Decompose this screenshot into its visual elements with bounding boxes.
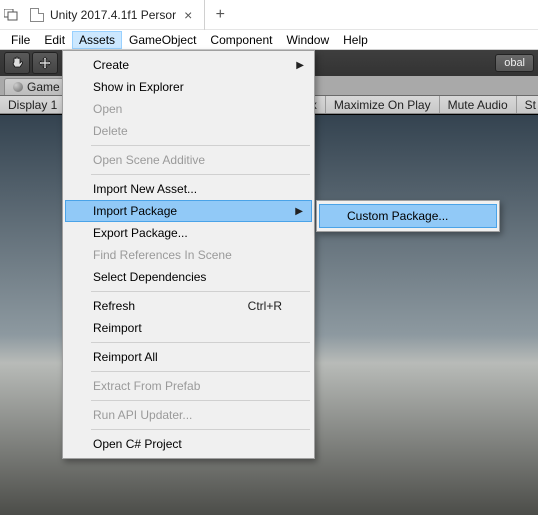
menu-file[interactable]: File [4, 31, 37, 49]
menu-item-label: Run API Updater... [93, 408, 192, 422]
tab-game[interactable]: Game [4, 78, 69, 95]
tab-game-label: Game [27, 80, 60, 94]
window-system-icon [0, 9, 22, 21]
menu-window[interactable]: Window [279, 31, 336, 49]
menu-bar: File Edit Assets GameObject Component Wi… [0, 30, 538, 50]
display-dropdown[interactable]: Display 1 [0, 96, 66, 113]
hand-tool-button[interactable] [4, 52, 30, 74]
assets_menu-item[interactable]: Reimport [65, 317, 312, 339]
mute-audio-toggle[interactable]: Mute Audio [439, 96, 516, 113]
assets_menu-item: Open Scene Additive [65, 149, 312, 171]
move-tool-button[interactable] [32, 52, 58, 74]
assets_menu-item[interactable]: Refresh Ctrl+R [65, 295, 312, 317]
menu-item-label: Reimport [93, 321, 142, 335]
assets_menu-item: Open [65, 98, 312, 120]
window-title: Unity 2017.4.1f1 Persor [50, 8, 176, 22]
menu-separator [91, 291, 310, 292]
maximize-on-play-toggle[interactable]: Maximize On Play [325, 96, 439, 113]
menu-item-label: Delete [93, 124, 128, 138]
menu-item-label: Create [93, 58, 129, 72]
menu-assets[interactable]: Assets [72, 31, 122, 49]
submenu-arrow-icon: ▶ [296, 60, 304, 71]
menu-edit[interactable]: Edit [37, 31, 72, 49]
menu-separator [91, 400, 310, 401]
menu-item-label: Show in Explorer [93, 80, 184, 94]
assets_menu-item[interactable]: Import New Asset... [65, 178, 312, 200]
assets_menu-item: Extract From Prefab [65, 375, 312, 397]
document-icon [30, 8, 44, 22]
menu-item-label: Export Package... [93, 226, 188, 240]
window-tab[interactable]: Unity 2017.4.1f1 Persor × [22, 0, 205, 30]
menu-item-label: Refresh [93, 299, 135, 313]
menu-item-label: Open C# Project [93, 437, 182, 451]
menu-item-label: Import New Asset... [93, 182, 197, 196]
import_package_submenu-item[interactable]: Custom Package... [319, 204, 497, 228]
menu-item-label: Open Scene Additive [93, 153, 205, 167]
menu-item-label: Open [93, 102, 122, 116]
toolbar-space-label[interactable]: obal [495, 54, 534, 72]
assets_menu-item: Find References In Scene [65, 244, 312, 266]
menu-separator [91, 174, 310, 175]
game-icon [13, 82, 23, 92]
menu-item-label: Import Package [93, 204, 177, 218]
move-icon [38, 56, 52, 70]
assets_menu-item[interactable]: Open C# Project [65, 433, 312, 455]
menu-separator [91, 371, 310, 372]
menu-gameobject[interactable]: GameObject [122, 31, 203, 49]
assets_menu-item: Run API Updater... [65, 404, 312, 426]
menu-item-label: Find References In Scene [93, 248, 232, 262]
assets_menu-item[interactable]: Select Dependencies [65, 266, 312, 288]
import-package-submenu: Custom Package... [316, 200, 500, 232]
menu-item-label: Select Dependencies [93, 270, 206, 284]
assets_menu-item: Delete [65, 120, 312, 142]
new-tab-button[interactable]: + [205, 6, 235, 24]
assets_menu-item[interactable]: Import Package ▶ [65, 200, 312, 222]
menu-item-label: Extract From Prefab [93, 379, 200, 393]
menu-component[interactable]: Component [203, 31, 279, 49]
menu-separator [91, 429, 310, 430]
close-tab-button[interactable]: × [182, 7, 194, 23]
menu-separator [91, 342, 310, 343]
menu-shortcut: Ctrl+R [248, 299, 282, 313]
submenu-arrow-icon: ▶ [295, 206, 303, 217]
hand-icon [10, 56, 24, 70]
assets_menu-item[interactable]: Show in Explorer [65, 76, 312, 98]
assets_menu-item[interactable]: Create ▶ [65, 54, 312, 76]
menu-item-label: Custom Package... [347, 209, 448, 223]
assets_menu-item[interactable]: Reimport All [65, 346, 312, 368]
assets_menu-item[interactable]: Export Package... [65, 222, 312, 244]
truncated-toggle[interactable]: St [516, 96, 538, 113]
menu-separator [91, 145, 310, 146]
assets-dropdown-menu: Create ▶ Show in Explorer Open Delete Open Sc… [62, 50, 315, 459]
title-bar: Unity 2017.4.1f1 Persor × + [0, 0, 538, 30]
menu-item-label: Reimport All [93, 350, 158, 364]
menu-help[interactable]: Help [336, 31, 375, 49]
